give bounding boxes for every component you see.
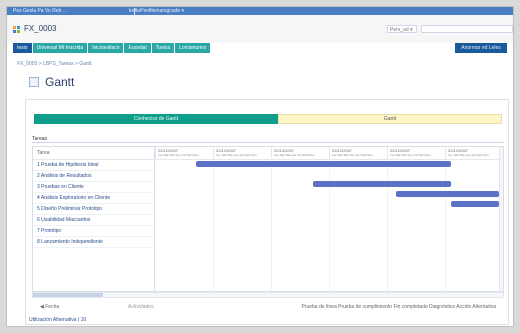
top-bar: Pes Gesla Pa Vo Reb ... krdtuPenfilemars… [7,7,513,16]
date-cell: 22/12/2007 Lun Mar Mié Jue Vie Sáb Dom [271,147,329,159]
task-row[interactable]: 3 Pruebas en Cliente [33,182,154,193]
logo-icon [13,26,21,34]
gantt-footer: ◀ Fecha Actividades Prueba de línea Prue… [32,302,504,312]
breadcrumb[interactable]: FX_0003 > LBPS_Tareas > Gantt [17,61,92,67]
scroll-thumb[interactable] [33,293,103,297]
day-labels: Lun Mar Mié Jue Vie Sáb Dom [448,153,489,157]
task-row[interactable]: 2 Análisis de Resultados [33,171,154,182]
date-cell: 22/12/2007 Lun Mar Mié Jue Vie Sáb Dom [387,147,445,159]
footer-legend: Prueba de línea Prueba de cumplimiento F… [301,304,496,310]
gantt-bar[interactable] [196,161,451,167]
tab-4[interactable]: Eucedal [124,43,151,53]
gantt-panel: Conheciso de Gantt Gantt Tareas Tarea 1 … [25,99,509,325]
nav-right-button[interactable]: Anormar ed Leles [455,43,507,53]
grid-line [329,159,330,291]
grid-line [271,159,272,291]
task-row[interactable]: 4 Análisis Exploratorio en Cliente [33,193,154,204]
task-column-header: Tarea [33,147,154,160]
gantt-bar[interactable] [313,181,451,187]
date-cell: 22/12/2007 Lun Mar Mié Jue Vie Sáb Dom [329,147,387,159]
day-labels: Lun Mar Mié Jue Vie Sáb Dom [274,153,315,157]
gantt-icon [29,77,39,87]
date-cell: 22/12/2007 Lun Mar Mié Jue Vie Sáb Dom [155,147,213,159]
site-header: FX_0003 Pers_ad ▾ [7,15,513,44]
grid-line [213,159,214,291]
tab-3[interactable]: Ivicmesllaco [88,43,124,53]
site-name[interactable]: FX_0003 [24,24,56,33]
grid-line [445,159,446,291]
task-list: Tarea 1 Prueba de Hipótesis Ideal 2 Anál… [33,147,155,291]
nav-tabs: Iesio Universal Mt Inscrida Ivicmesllaco… [13,43,211,53]
date-cell: 22/12/2007 Lun Mar Mié Jue Vie Sáb Dom [213,147,271,159]
task-row[interactable]: 8 Lanzamiento Independiente [33,237,154,248]
footer-left[interactable]: ◀ Fecha [40,304,59,310]
tab-6[interactable]: Lomsmurivo [175,43,211,53]
task-row[interactable]: 1 Prueba de Hipótesis Ideal [33,160,154,171]
band-right: Gantt [278,114,502,124]
gantt-bar[interactable] [451,201,499,207]
vertical-scrollbar[interactable] [499,147,503,291]
day-labels: Lun Mar Mié Jue Vie Sáb Dom [332,153,373,157]
tab-5[interactable]: Tueiss [151,43,175,53]
tab-2[interactable]: Universal Mt Inscrida [32,43,88,53]
day-labels: Lun Mar Mié Jue Vie Sáb Dom [158,153,199,157]
gantt-bar[interactable] [396,191,499,197]
tab-1[interactable]: Iesio [13,43,32,53]
section-header: Tareas [32,136,504,143]
section-divider [32,142,504,143]
search-input[interactable] [421,25,513,33]
header-bands: Conheciso de Gantt Gantt [34,114,502,124]
task-row[interactable]: 7 Prototipo [33,226,154,237]
browser-frame: Pes Gesla Pa Vo Reb ... krdtuPenfilemars… [6,6,514,327]
bottom-link[interactable]: Utilización Alternativa | 10 [29,317,86,323]
day-labels: Lun Mar Mié Jue Vie Sáb Dom [390,153,431,157]
footer-left-2[interactable]: Actividades [128,304,154,310]
band-left: Conheciso de Gantt [34,114,278,124]
gantt-grid: Tarea 1 Prueba de Hipótesis Ideal 2 Anál… [32,146,504,292]
task-row[interactable]: 6 Usabilidad Maccardos [33,215,154,226]
search-scope-select[interactable]: Pers_ad ▾ [387,25,417,33]
horizontal-scrollbar[interactable] [32,292,504,298]
grid-line [387,159,388,291]
task-row[interactable]: 5 Diseño Preliminar Prototipo [33,204,154,215]
timeline: 22/12/2007 Lun Mar Mié Jue Vie Sáb Dom 2… [155,147,503,291]
day-labels: Lun Mar Mié Jue Vie Sáb Dom [216,153,257,157]
page-title: Gantt [45,75,75,89]
top-navigation: Iesio Universal Mt Inscrida Ivicmesllaco… [7,43,513,53]
date-cell: 22/12/2007 Lun Mar Mié Jue Vie Sáb Dom [445,147,503,159]
